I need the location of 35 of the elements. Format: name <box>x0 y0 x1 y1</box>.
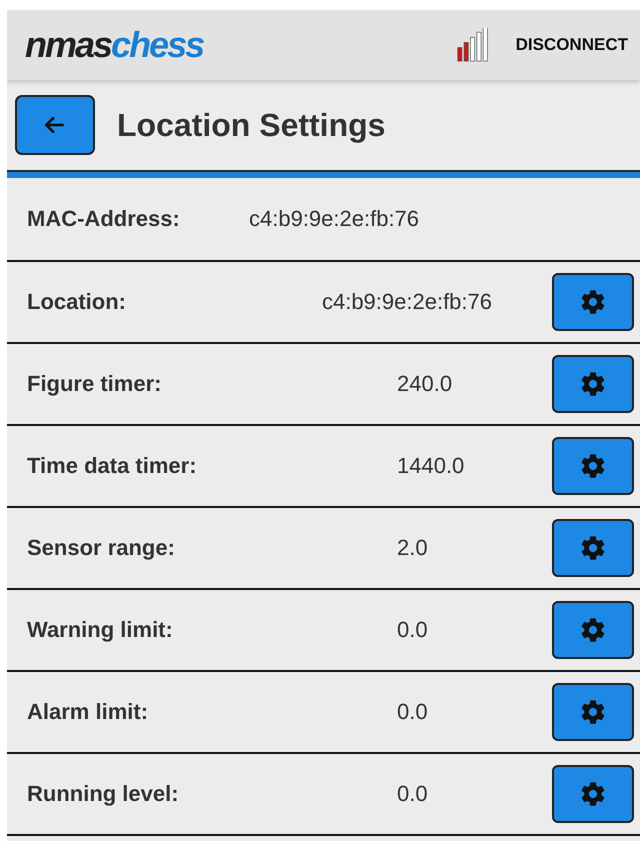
settings-icon <box>579 370 607 398</box>
field-value: 2.0 <box>397 535 429 561</box>
field-value: 0.0 <box>397 699 429 725</box>
settings-button[interactable] <box>552 765 634 823</box>
field-label: Time data timer: <box>27 453 198 479</box>
back-button[interactable] <box>15 95 95 155</box>
field-label: Warning limit: <box>27 617 174 643</box>
field-label: Sensor range: <box>27 535 176 561</box>
settings-button[interactable] <box>552 355 634 413</box>
settings-button[interactable] <box>552 601 634 659</box>
settings-button[interactable] <box>552 683 634 741</box>
field-value: 240.0 <box>397 371 454 397</box>
settings-icon <box>579 698 607 726</box>
field-label: Alarm limit: <box>27 699 150 725</box>
field-label: Location: <box>27 289 127 315</box>
settings-button[interactable] <box>552 437 634 495</box>
field-label: Figure timer: <box>27 371 162 397</box>
field-value: 0.0 <box>397 617 429 643</box>
settings-icon <box>579 780 607 808</box>
field-value: c4:b9:9e:2e:fb:76 <box>249 206 420 232</box>
settings-icon <box>579 616 607 644</box>
field-label: Running level: <box>27 781 180 807</box>
logo: nmaschess <box>25 24 204 66</box>
page-title: Location Settings <box>117 106 386 144</box>
signal-icon <box>456 28 490 62</box>
settings-icon <box>579 288 607 316</box>
settings-button[interactable] <box>552 273 634 331</box>
field-value: c4:b9:9e:2e:fb:76 <box>322 289 492 315</box>
field-label: MAC-Address: <box>27 206 181 232</box>
field-value: 0.0 <box>397 781 429 807</box>
field-value: 1440.0 <box>397 453 466 479</box>
settings-button[interactable] <box>552 519 634 577</box>
settings-icon <box>579 534 607 562</box>
disconnect-button[interactable]: DISCONNECT <box>516 35 628 55</box>
settings-icon <box>579 452 607 480</box>
